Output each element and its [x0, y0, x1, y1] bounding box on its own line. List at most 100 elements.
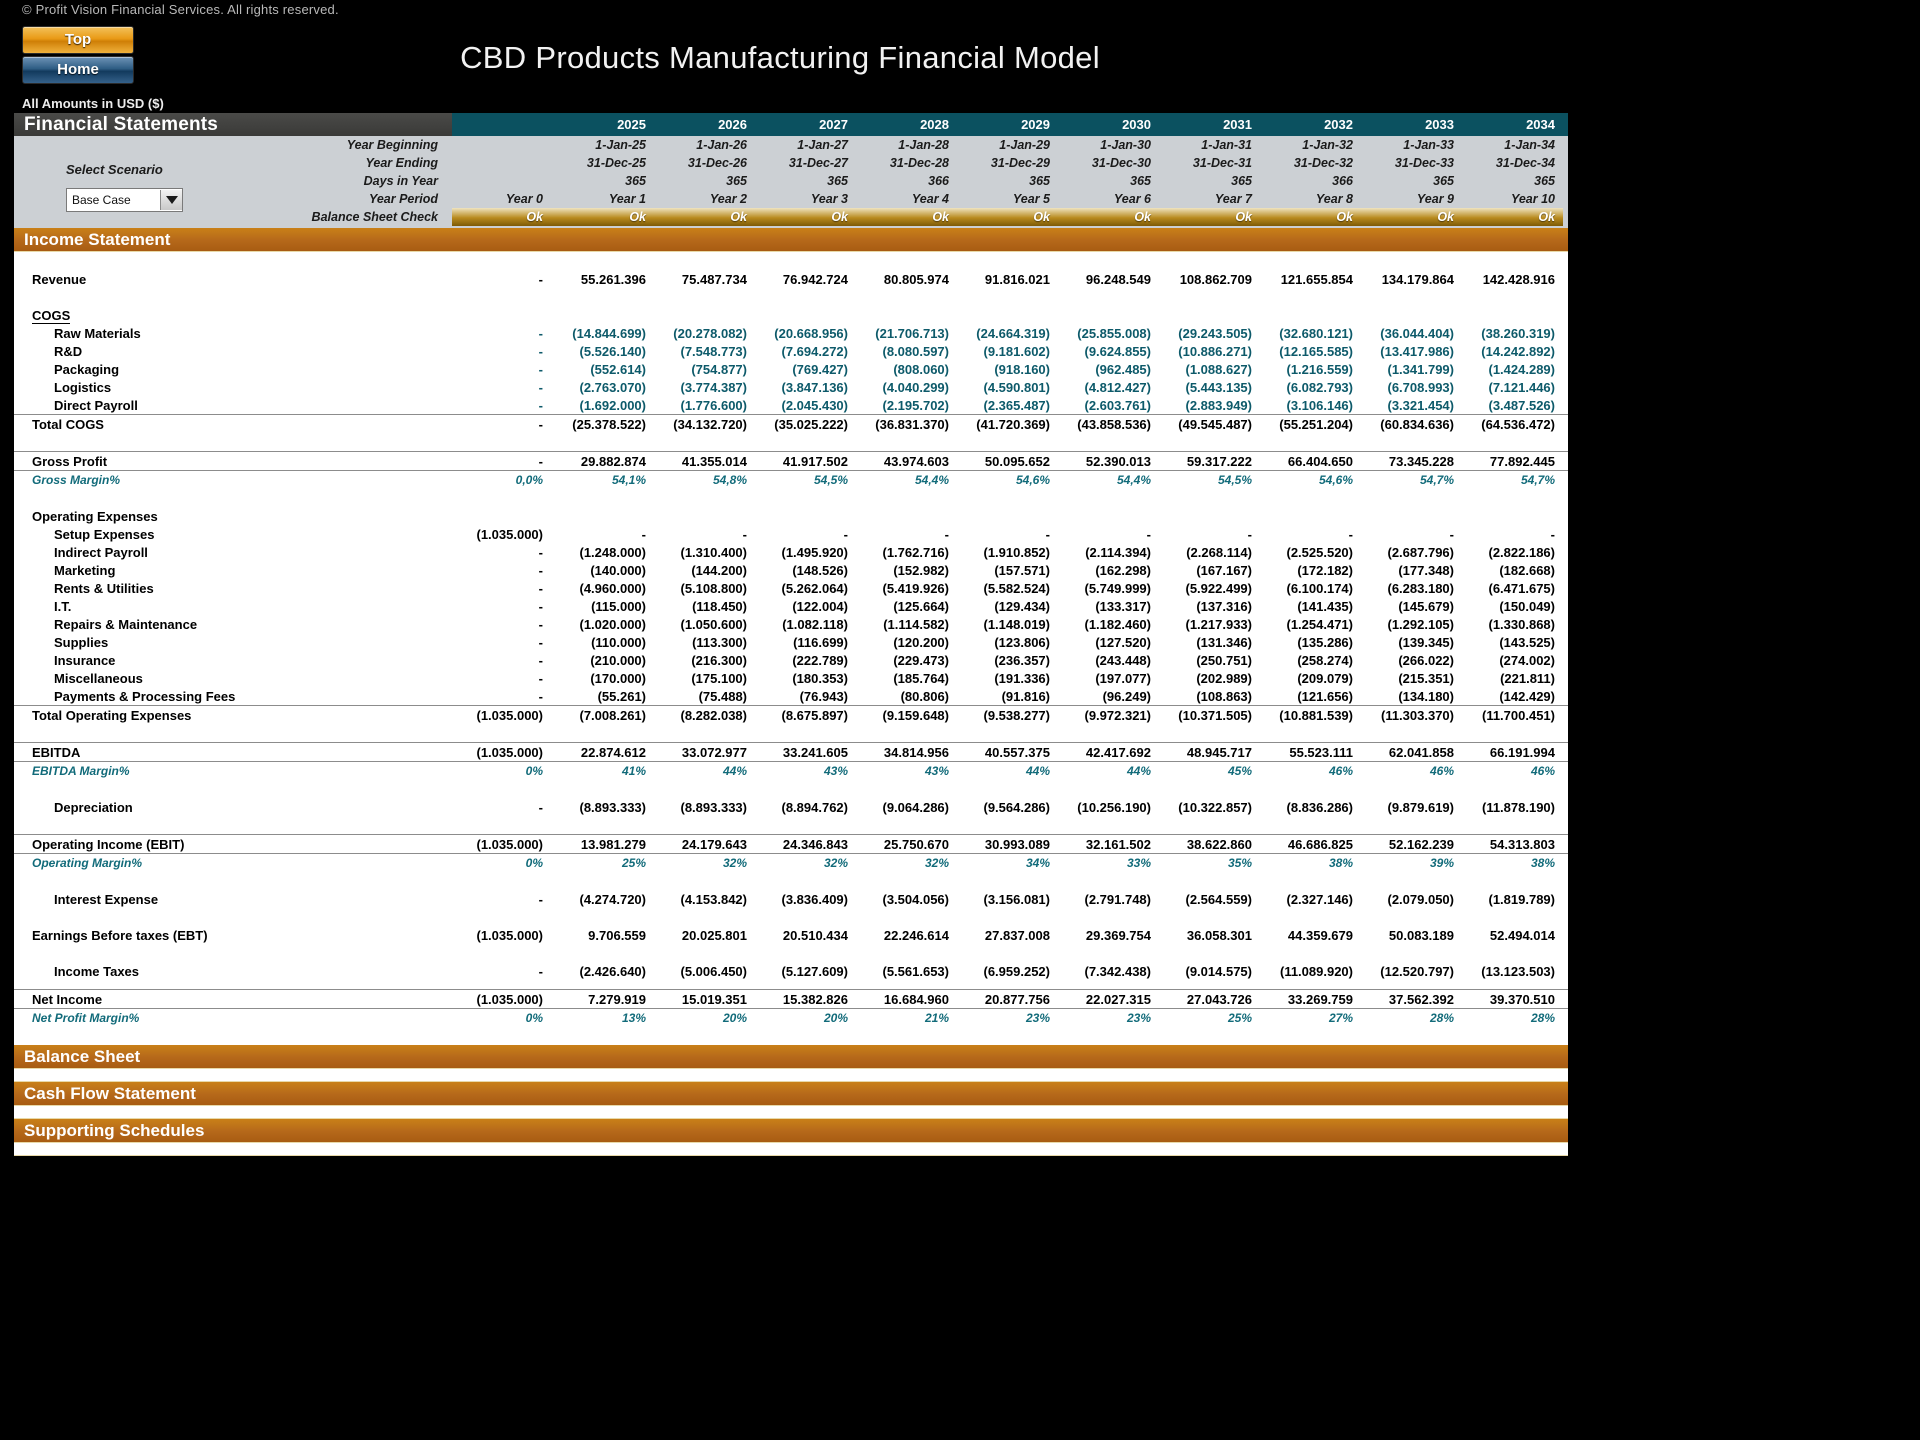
cell-year0: (1.035.000) [476, 744, 544, 760]
cell-y5: 1-Jan-29 [999, 138, 1050, 152]
cell-year0: - [538, 616, 543, 632]
cell-year0: - [538, 325, 543, 341]
status-badge-y1: Ok [553, 208, 654, 226]
cell-y10: 39.370.510 [1489, 991, 1555, 1007]
cell-y6: - [1146, 526, 1151, 542]
cell-y1: (25.378.522) [572, 416, 646, 432]
cell-y5: 50.095.652 [984, 453, 1050, 469]
cell-y4: (36.831.370) [875, 416, 949, 432]
cell-y4: (120.200) [893, 634, 949, 650]
cell-y10: (6.471.675) [1488, 580, 1556, 596]
cell-y7: 54,5% [1217, 473, 1252, 487]
cell-y5: 40.557.375 [984, 744, 1050, 760]
row-insurance: Insurance - (210.000) (216.300) (222.789… [14, 651, 1568, 669]
row-label: Interest Expense [54, 891, 159, 907]
year-header-2032: 2032 [1324, 117, 1353, 132]
cell-y8: 33.269.759 [1287, 991, 1353, 1007]
cell-y10: (1.424.289) [1488, 361, 1556, 377]
cell-y7: 1-Jan-31 [1201, 138, 1252, 152]
cell-y10: Year 10 [1510, 192, 1555, 206]
cell-y4: (2.195.702) [882, 397, 950, 413]
cell-year0: 0% [525, 764, 543, 778]
row-label: Operating Income (EBIT) [32, 836, 185, 852]
cell-y3: 24.346.843 [782, 836, 848, 852]
cell-y10: 54,7% [1520, 473, 1555, 487]
cell-y8: (11.089.920) [1279, 963, 1353, 979]
status-badge-y5: Ok [957, 208, 1058, 226]
cell-y8: (6.082.793) [1286, 379, 1354, 395]
cell-y2: (5.006.450) [680, 963, 748, 979]
cell-y5: (123.806) [994, 634, 1050, 650]
chevron-down-icon[interactable] [160, 190, 182, 210]
currency-note: All Amounts in USD ($) [22, 96, 164, 111]
section-band-balance-sheet[interactable]: Balance Sheet [14, 1045, 1568, 1069]
cell-y1: Year 1 [608, 192, 646, 206]
row-label: Income Taxes [54, 963, 140, 979]
cell-y8: (1.216.559) [1286, 361, 1354, 377]
section-band-income-statement[interactable]: Income Statement [14, 228, 1568, 252]
cell-y7: 48.945.717 [1186, 744, 1252, 760]
cell-y2: 75.487.734 [681, 271, 747, 287]
cell-y3: (3.836.409) [781, 891, 849, 907]
cell-y6: (243.448) [1095, 652, 1151, 668]
cell-y10: (64.536.472) [1481, 416, 1555, 432]
section-band-cash-flow-statement[interactable]: Cash Flow Statement [14, 1082, 1568, 1106]
cell-y8: (209.079) [1297, 670, 1353, 686]
cell-y9: 62.041.858 [1388, 744, 1454, 760]
cell-y7: (2.564.559) [1185, 891, 1253, 907]
cell-y4: (1.762.716) [882, 544, 950, 560]
cell-y10: (3.487.526) [1488, 397, 1556, 413]
cell-y6: (2.791.748) [1084, 891, 1152, 907]
cell-y5: (1.910.852) [983, 544, 1051, 560]
cell-y1: 22.874.612 [580, 744, 646, 760]
cell-y3: (222.789) [792, 652, 848, 668]
year-header-2029: 2029 [1021, 117, 1050, 132]
cell-y7: (9.014.575) [1185, 963, 1253, 979]
cell-y6: 52.390.013 [1085, 453, 1151, 469]
page-title: CBD Products Manufacturing Financial Mod… [460, 40, 1100, 75]
cell-year0: - [538, 271, 543, 287]
cell-y2: (8.893.333) [680, 799, 748, 815]
cell-y8: 46.686.825 [1287, 836, 1353, 852]
cell-year0: (1.035.000) [476, 526, 544, 542]
cell-y8: (258.274) [1297, 652, 1353, 668]
cell-y5: 365 [1029, 174, 1050, 188]
cell-y6: (5.749.999) [1084, 580, 1152, 596]
scenario-select[interactable]: Base Case [66, 188, 183, 212]
cell-y5: (91.816) [1001, 688, 1050, 704]
cell-y6: (197.077) [1095, 670, 1151, 686]
cell-y6: 365 [1130, 174, 1151, 188]
cell-y6: 33% [1126, 856, 1151, 870]
cell-y8: (3.106.146) [1286, 397, 1354, 413]
row-label: R&D [54, 343, 83, 359]
section-band-supporting-schedules[interactable]: Supporting Schedules [14, 1119, 1568, 1143]
cell-y9: (36.044.404) [1380, 325, 1454, 341]
cell-y10: 38% [1530, 856, 1555, 870]
cell-year0: - [538, 361, 543, 377]
row-label: Balance Sheet Check [311, 210, 438, 224]
cell-y4: (3.504.056) [882, 891, 950, 907]
cell-y2: (75.488) [698, 688, 747, 704]
cell-y9: (134.180) [1398, 688, 1454, 704]
cell-y7: (137.316) [1196, 598, 1252, 614]
cell-y6: Year 6 [1113, 192, 1151, 206]
row-ebitda-margin-pct: EBITDA Margin% 0% 41% 44% 43% 43% 44% 44… [14, 761, 1568, 780]
cell-y10: (1.330.868) [1488, 616, 1556, 632]
cell-y4: (8.080.597) [882, 343, 950, 359]
cell-y7: (1.217.933) [1185, 616, 1253, 632]
row-label: Marketing [54, 562, 116, 578]
status-badge-y10: Ok [1462, 208, 1563, 226]
cell-y2: 32% [722, 856, 747, 870]
cell-year0: 0% [525, 1011, 543, 1025]
row-label: Miscellaneous [54, 670, 143, 686]
spacer [14, 1143, 1568, 1156]
row-label: Packaging [54, 361, 120, 377]
cell-year0: Year 0 [505, 192, 543, 206]
cell-y6: 23% [1126, 1011, 1151, 1025]
cell-y10: 54.313.803 [1489, 836, 1555, 852]
cell-year0: - [538, 963, 543, 979]
cell-y1: (2.763.070) [579, 379, 647, 395]
cell-y1: 7.279.919 [588, 991, 646, 1007]
cell-y6: (2.603.761) [1084, 397, 1152, 413]
